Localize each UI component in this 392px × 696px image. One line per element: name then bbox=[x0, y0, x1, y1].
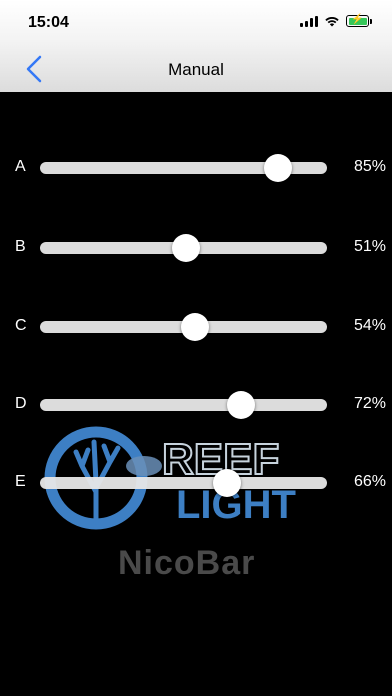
status-time: 15:04 bbox=[28, 14, 69, 31]
channel-value: 66% bbox=[353, 473, 386, 490]
cellular-signal-icon bbox=[300, 15, 318, 27]
channel-slider-thumb[interactable] bbox=[212, 469, 241, 497]
channel-label: B bbox=[15, 238, 26, 255]
channel-slider-track[interactable] bbox=[40, 399, 327, 411]
status-icons: ⚡ bbox=[300, 14, 372, 27]
channel-value: 85% bbox=[353, 158, 386, 175]
channel-value: 72% bbox=[353, 395, 386, 412]
navigation-bar: Manual bbox=[0, 44, 392, 92]
channel-slider-track[interactable] bbox=[40, 477, 327, 489]
logo-product-name: NicoBar bbox=[118, 544, 256, 582]
channel-value: 51% bbox=[353, 238, 386, 255]
channel-label: E bbox=[15, 473, 26, 490]
channel-value: 54% bbox=[353, 317, 386, 334]
channel-slider-thumb[interactable] bbox=[180, 313, 209, 341]
channel-row-a: A 85% bbox=[0, 148, 392, 188]
channel-slider-thumb[interactable] bbox=[264, 154, 293, 182]
channel-label: D bbox=[15, 395, 27, 412]
status-bar: 15:04 ⚡ bbox=[0, 0, 392, 44]
wifi-icon bbox=[325, 16, 339, 27]
channel-row-c: C 54% bbox=[0, 307, 392, 347]
channel-row-d: D 72% bbox=[0, 385, 392, 425]
channel-slider-thumb[interactable] bbox=[172, 234, 201, 262]
channel-slider-thumb[interactable] bbox=[226, 391, 255, 419]
channel-label: C bbox=[15, 317, 27, 334]
channel-row-e: E 66% bbox=[0, 463, 392, 503]
top-area: 15:04 ⚡ Manual bbox=[0, 0, 392, 92]
channel-row-b: B 51% bbox=[0, 228, 392, 268]
page-title: Manual bbox=[168, 60, 224, 79]
channel-label: A bbox=[15, 158, 26, 175]
battery-icon: ⚡ bbox=[346, 14, 372, 27]
